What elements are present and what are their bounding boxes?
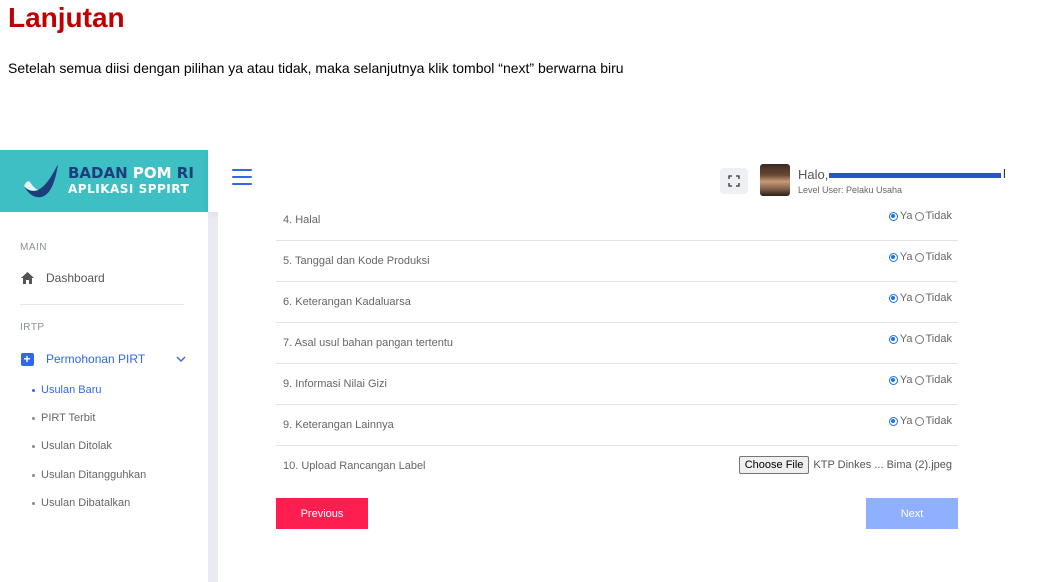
question-label: 7. Asal usul bahan pangan tertentu xyxy=(283,337,454,349)
bullet-icon xyxy=(32,416,35,420)
bullet-icon xyxy=(32,473,35,477)
radio-ya[interactable] xyxy=(888,416,898,426)
radio-tidak-label: Tidak xyxy=(925,333,953,345)
sidebar-subitem-usulan-ditolak[interactable]: Usulan Ditolak xyxy=(32,440,112,452)
chevron-down-icon[interactable] xyxy=(176,354,186,366)
sidebar-section-main: MAIN xyxy=(20,242,47,253)
selected-file-name: KTP Dinkes ... Bima (2).jpeg xyxy=(813,459,952,471)
radio-ya-label: Ya xyxy=(899,292,913,304)
upload-row: 10. Upload Rancangan Label Choose File K… xyxy=(276,446,958,487)
radio-ya[interactable] xyxy=(888,252,898,262)
question-label: 4. Halal xyxy=(283,214,321,226)
hamburger-menu-icon[interactable] xyxy=(232,169,252,185)
radio-tidak-label: Tidak xyxy=(925,415,953,427)
sidebar-item-label: Dashboard xyxy=(46,271,105,285)
brand-name-part: BADAN xyxy=(68,164,133,182)
question-row: 6. Keterangan Kadaluarsa Ya Tidak xyxy=(276,282,958,323)
radio-ya[interactable] xyxy=(888,334,898,344)
sidebar-subitem-pirt-terbit[interactable]: PIRT Terbit xyxy=(32,412,95,424)
sidebar-subitem-usulan-baru[interactable]: Usulan Baru xyxy=(32,384,102,396)
radio-tidak-label: Tidak xyxy=(925,292,953,304)
question-label: 9. Informasi Nilai Gizi xyxy=(283,378,387,390)
radio-group: Ya Tidak xyxy=(888,210,953,222)
brand-app-name: APLIKASI SPPIRT xyxy=(68,182,190,196)
brand-name: BADAN POM RI xyxy=(68,164,194,182)
form-content: 4. Halal Ya Tidak 5. Tanggal dan Kode Pr… xyxy=(218,210,1005,582)
radio-ya-label: Ya xyxy=(899,251,913,263)
user-name-suffix: K xyxy=(1003,166,1005,181)
sidebar-subitem-label: Usulan Baru xyxy=(41,384,102,396)
radio-tidak[interactable] xyxy=(914,416,924,426)
sidebar-section-irtp: IRTP xyxy=(20,322,45,333)
radio-group: Ya Tidak xyxy=(888,415,953,427)
radio-ya-label: Ya xyxy=(899,374,913,386)
bullet-icon xyxy=(32,501,35,505)
app-window: BADAN POM RI APLIKASI SPPIRT MAIN Dashbo… xyxy=(0,150,1005,582)
sidebar-item-permohonan-pirt[interactable]: + Permohonan PIRT xyxy=(20,352,145,366)
question-row: 5. Tanggal dan Kode Produksi Ya Tidak xyxy=(276,241,958,282)
question-row: 4. Halal Ya Tidak xyxy=(276,200,958,241)
radio-ya[interactable] xyxy=(888,375,898,385)
radio-ya[interactable] xyxy=(888,211,898,221)
sidebar-subitem-usulan-dibatalkan[interactable]: Usulan Dibatalkan xyxy=(32,497,130,509)
radio-tidak-label: Tidak xyxy=(925,251,953,263)
radio-group: Ya Tidak xyxy=(888,292,953,304)
sidebar-subitem-usulan-ditangguhkan[interactable]: Usulan Ditangguhkan xyxy=(32,469,146,481)
badan-pom-logo-icon xyxy=(24,164,58,198)
choose-file-button[interactable]: Choose File xyxy=(738,456,810,474)
doc-title: Lanjutan xyxy=(8,2,125,33)
sidebar-edge xyxy=(208,212,218,582)
radio-ya[interactable] xyxy=(888,293,898,303)
radio-tidak[interactable] xyxy=(914,252,924,262)
sidebar-item-dashboard[interactable]: Dashboard xyxy=(20,271,105,285)
radio-ya-label: Ya xyxy=(899,210,913,222)
previous-button[interactable]: Previous xyxy=(276,498,368,529)
file-input[interactable]: Choose File KTP Dinkes ... Bima (2).jpeg xyxy=(738,456,952,474)
radio-group: Ya Tidak xyxy=(888,333,953,345)
bullet-icon xyxy=(32,444,35,448)
brand-header[interactable]: BADAN POM RI APLIKASI SPPIRT xyxy=(0,150,208,212)
question-row: 9. Keterangan Lainnya Ya Tidak xyxy=(276,405,958,446)
radio-tidak[interactable] xyxy=(914,211,924,221)
brand-name-pom: POM xyxy=(132,164,172,182)
expand-icon xyxy=(728,175,740,187)
sidebar: MAIN Dashboard IRTP + Permohonan PIRT Us… xyxy=(0,212,208,582)
plus-square-icon: + xyxy=(20,352,34,366)
sidebar-subitem-label: PIRT Terbit xyxy=(41,412,96,424)
home-icon xyxy=(20,271,34,285)
doc-instruction: Setelah semua diisi dengan pilihan ya at… xyxy=(8,60,624,76)
user-greeting: Halo, xyxy=(798,167,829,182)
radio-ya-label: Ya xyxy=(899,415,913,427)
question-row: 9. Informasi Nilai Gizi Ya Tidak xyxy=(276,364,958,405)
divider xyxy=(20,304,184,305)
radio-tidak-label: Tidak xyxy=(925,210,953,222)
brand-name-part: RI xyxy=(171,164,194,182)
question-row: 7. Asal usul bahan pangan tertentu Ya Ti… xyxy=(276,323,958,364)
radio-tidak[interactable] xyxy=(914,375,924,385)
question-label: 6. Keterangan Kadaluarsa xyxy=(283,296,411,308)
sidebar-subitem-label: Usulan Dibatalkan xyxy=(41,497,131,509)
sidebar-subitem-label: Usulan Ditolak xyxy=(41,440,112,452)
question-label: 9. Keterangan Lainnya xyxy=(283,419,394,431)
question-label: 5. Tanggal dan Kode Produksi xyxy=(283,255,430,267)
radio-tidak[interactable] xyxy=(914,334,924,344)
radio-group: Ya Tidak xyxy=(888,251,953,263)
radio-tidak[interactable] xyxy=(914,293,924,303)
upload-label: 10. Upload Rancangan Label xyxy=(283,460,426,472)
sidebar-subitem-label: Usulan Ditangguhkan xyxy=(41,469,147,481)
bullet-icon xyxy=(32,388,35,392)
radio-group: Ya Tidak xyxy=(888,374,953,386)
fullscreen-button[interactable] xyxy=(720,168,748,194)
radio-ya-label: Ya xyxy=(899,333,913,345)
user-level: Level User: Pelaku Usaha xyxy=(798,185,903,195)
next-button[interactable]: Next xyxy=(866,498,958,529)
sidebar-item-label: Permohonan PIRT xyxy=(46,352,146,366)
avatar[interactable] xyxy=(760,164,790,196)
radio-tidak-label: Tidak xyxy=(925,374,953,386)
redacted-user-name xyxy=(829,173,1001,178)
